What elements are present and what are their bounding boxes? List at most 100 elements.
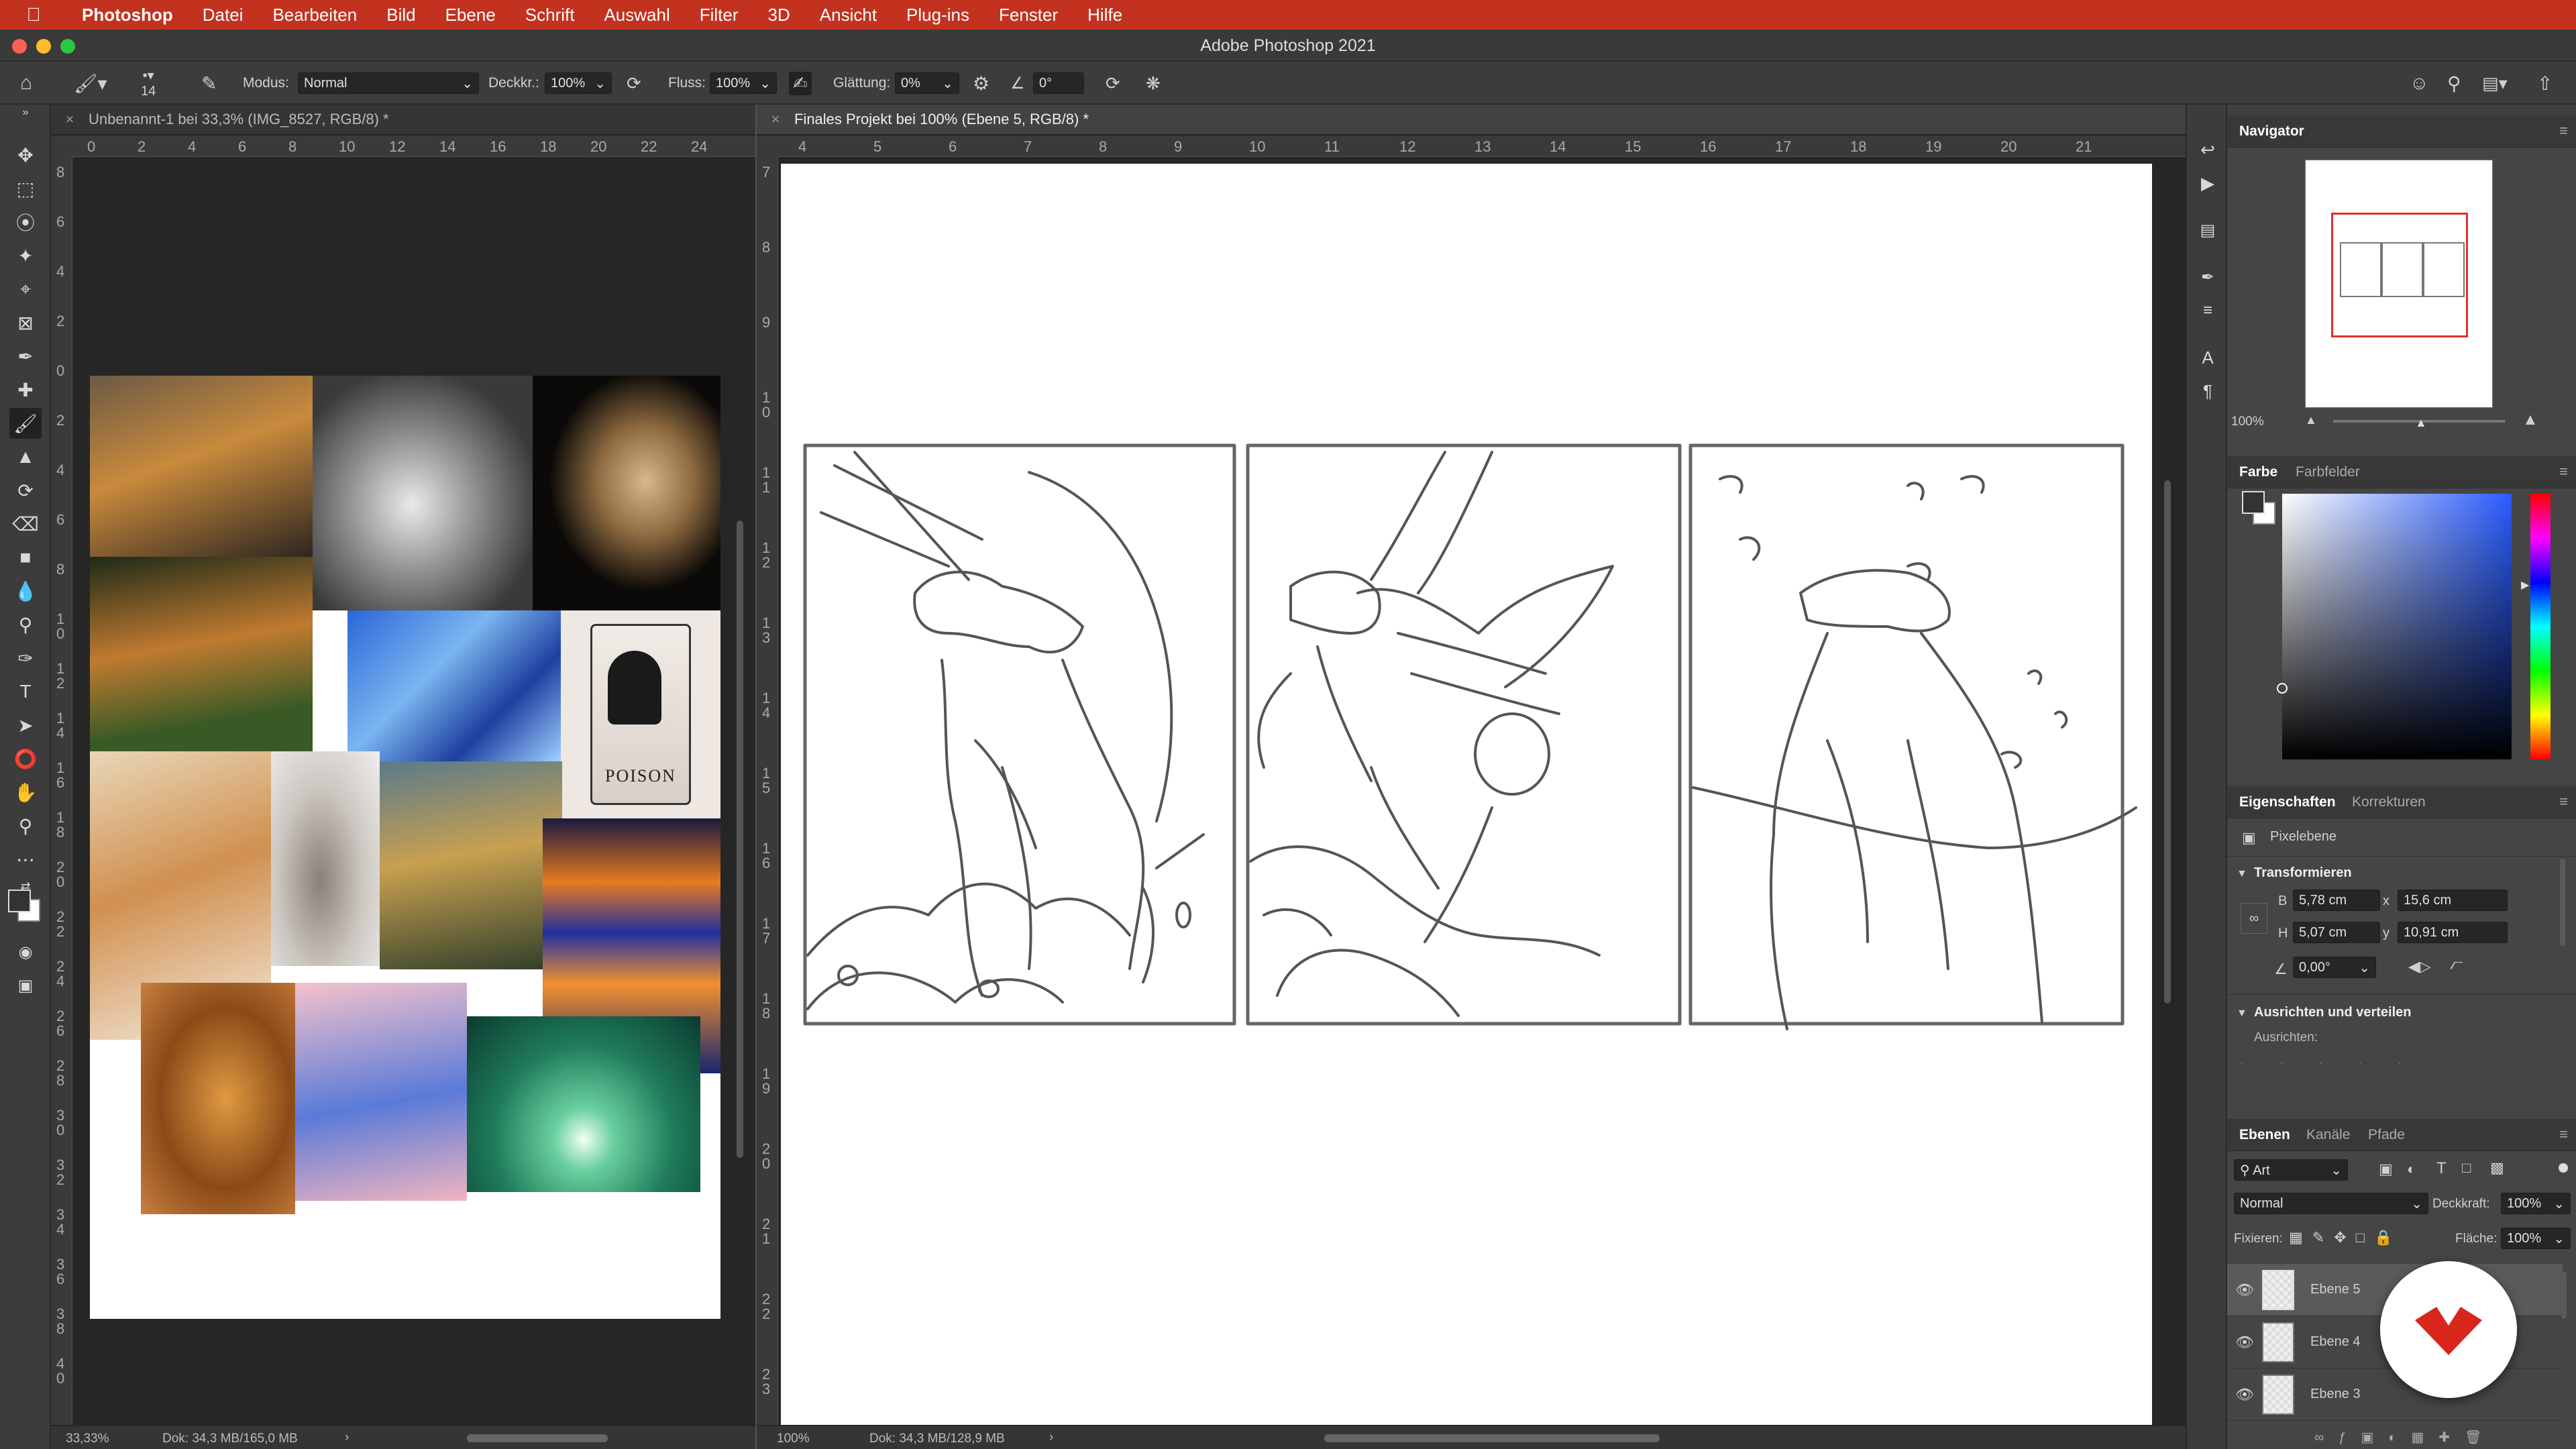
- navigator-view-frame[interactable]: [2331, 213, 2468, 337]
- chevron-down-icon[interactable]: ▼: [2237, 868, 2247, 880]
- deckkr-field[interactable]: 100% ⌄: [545, 72, 612, 94]
- menu-bild[interactable]: Bild: [372, 5, 430, 25]
- zoom-tool-icon[interactable]: ⚲: [9, 810, 42, 841]
- magic-wand-tool-icon[interactable]: ✦: [9, 240, 42, 271]
- horizontal-scrollbar[interactable]: [1324, 1434, 1660, 1442]
- blend-mode-select[interactable]: Normal ⌄: [2234, 1193, 2428, 1214]
- path-selection-tool-icon[interactable]: ➤: [9, 710, 42, 741]
- close-tab-icon[interactable]: ×: [51, 111, 89, 128]
- collapse-toolbar-icon[interactable]: »: [9, 106, 42, 119]
- menu-fenster[interactable]: Fenster: [984, 5, 1073, 25]
- lock-options-icons[interactable]: ▦✎✥□🔒: [2289, 1229, 2402, 1246]
- lasso-tool-icon[interactable]: ⦿: [9, 207, 42, 237]
- menu-hilfe[interactable]: Hilfe: [1073, 5, 1137, 25]
- align-section-header[interactable]: Ausrichten und verteilen: [2254, 1005, 2412, 1020]
- filter-smart-object-icon[interactable]: ▩: [2490, 1159, 2504, 1177]
- zoom-slider-handle[interactable]: ▲: [2415, 416, 2427, 430]
- workspace-icon[interactable]: ▤▾: [2482, 62, 2508, 105]
- angle-field[interactable]: 0,00° ⌄: [2293, 957, 2376, 978]
- menu-3d[interactable]: 3D: [753, 5, 805, 25]
- transform-section-header[interactable]: Transformieren: [2254, 865, 2352, 881]
- history-panel-icon[interactable]: ↩: [2192, 134, 2224, 165]
- hand-tool-icon[interactable]: ✋: [9, 777, 42, 808]
- tab-ebenen[interactable]: Ebenen: [2239, 1119, 2290, 1151]
- color-swatches[interactable]: [8, 890, 43, 924]
- tab-navigator[interactable]: Navigator: [2239, 115, 2304, 148]
- hue-slider[interactable]: [2530, 494, 2551, 759]
- menu-bearbeiten[interactable]: Bearbeiten: [258, 5, 372, 25]
- brush-settings-icon[interactable]: ✎: [201, 62, 217, 105]
- link-dimensions-icon[interactable]: ∞: [2241, 903, 2267, 934]
- menu-plugins[interactable]: Plug-ins: [892, 5, 984, 25]
- color-field[interactable]: [2282, 494, 2512, 759]
- panel-menu-icon[interactable]: ≡: [2559, 1126, 2568, 1143]
- apple-menu-icon[interactable]: : [0, 4, 67, 25]
- histogram-panel-icon[interactable]: ▤: [2192, 215, 2224, 246]
- quick-mask-icon[interactable]: ◉: [9, 936, 42, 967]
- eye-visibility-icon[interactable]: 👁: [2227, 1281, 2262, 1299]
- eye-visibility-icon[interactable]: 👁: [2227, 1334, 2262, 1351]
- chevron-right-icon[interactable]: ›: [345, 1430, 349, 1445]
- chevron-right-icon[interactable]: ›: [1049, 1430, 1053, 1445]
- zoom-in-mountain-icon[interactable]: ▲: [2522, 411, 2538, 429]
- menu-filter[interactable]: Filter: [685, 5, 753, 25]
- pen-tool-icon[interactable]: ✑: [9, 643, 42, 674]
- tab-kanaele[interactable]: Kanäle: [2306, 1119, 2350, 1151]
- eyedropper-tool-icon[interactable]: ✒: [9, 341, 42, 372]
- frame-tool-icon[interactable]: ⊠: [9, 307, 42, 338]
- align-buttons-row[interactable]: ·····: [2241, 1057, 2502, 1068]
- eraser-tool-icon[interactable]: ⌫: [9, 508, 42, 539]
- zoom-out-mountain-icon[interactable]: ▲: [2305, 413, 2317, 427]
- document-tab-moodboard[interactable]: × Unbenannt-1 bei 33,3% (IMG_8527, RGB/8…: [51, 105, 755, 136]
- zoom-level[interactable]: 33,33%: [66, 1432, 109, 1446]
- paragraph-panel-icon[interactable]: ¶: [2192, 376, 2224, 407]
- screen-mode-icon[interactable]: ▣: [9, 970, 42, 1001]
- filter-pixel-icon[interactable]: ▣: [2379, 1161, 2393, 1178]
- crop-tool-icon[interactable]: ⌖: [9, 274, 42, 305]
- tab-korrekturen[interactable]: Korrekturen: [2352, 786, 2426, 818]
- healing-brush-tool-icon[interactable]: ✚: [9, 374, 42, 405]
- zoom-level[interactable]: 100%: [777, 1432, 810, 1446]
- layer-name[interactable]: Ebene 3: [2310, 1387, 2361, 1402]
- type-tool-icon[interactable]: T: [9, 676, 42, 707]
- gradient-tool-icon[interactable]: ■: [9, 542, 42, 573]
- layers-scrollbar[interactable]: [2561, 1272, 2567, 1319]
- tab-pfade[interactable]: Pfade: [2368, 1119, 2405, 1151]
- document-tab-final-project[interactable]: × Finales Projekt bei 100% (Ebene 5, RGB…: [757, 105, 2186, 136]
- clone-stamp-tool-icon[interactable]: ▲: [9, 441, 42, 472]
- panel-menu-icon[interactable]: ≡: [2559, 122, 2568, 140]
- horizontal-scrollbar[interactable]: [467, 1434, 608, 1442]
- brush-tool-icon[interactable]: 🖌: [9, 408, 42, 439]
- hue-slider-handle[interactable]: ▶: [2521, 578, 2529, 592]
- airbrush-icon[interactable]: ✍: [789, 71, 812, 95]
- height-field[interactable]: 5,07 cm: [2293, 922, 2380, 943]
- foreground-color-swatch[interactable]: [8, 890, 31, 912]
- layer-name[interactable]: Ebene 5: [2310, 1282, 2361, 1297]
- properties-scrollbar[interactable]: [2560, 859, 2565, 946]
- menu-ansicht[interactable]: Ansicht: [805, 5, 892, 25]
- actions-play-icon[interactable]: ▶: [2192, 168, 2224, 199]
- color-picker-cursor[interactable]: [2277, 683, 2288, 694]
- search-icon[interactable]: ⚲: [2447, 62, 2461, 105]
- panel-menu-icon[interactable]: ≡: [2559, 793, 2568, 810]
- tab-eigenschaften[interactable]: Eigenschaften: [2239, 786, 2336, 818]
- shape-tool-icon[interactable]: ⭕: [9, 743, 42, 774]
- sketch-canvas[interactable]: [781, 164, 2152, 1425]
- vertical-scrollbar[interactable]: [737, 521, 743, 1158]
- glaettung-field[interactable]: 0% ⌄: [895, 72, 959, 94]
- y-field[interactable]: 10,91 cm: [2398, 922, 2508, 943]
- symmetry-butterfly-icon[interactable]: ❋: [1146, 62, 1161, 105]
- brush-preset-icon[interactable]: 🖌▾: [74, 62, 107, 105]
- tab-farbe[interactable]: Farbe: [2239, 456, 2277, 488]
- opacity-field[interactable]: 100% ⌄: [2501, 1193, 2571, 1214]
- brush-size-picker[interactable]: •▾ 14: [141, 62, 156, 105]
- share-icon[interactable]: ⇧: [2537, 62, 2553, 105]
- fluss-field[interactable]: 100% ⌄: [710, 72, 777, 94]
- moodboard-canvas[interactable]: POISON: [90, 376, 720, 1319]
- layer-name[interactable]: Ebene 4: [2310, 1334, 2361, 1350]
- adjustments-panel-icon[interactable]: ≡: [2192, 295, 2224, 326]
- smoothing-settings-gear-icon[interactable]: ⚙: [973, 62, 989, 105]
- foreground-color-chip[interactable]: [2242, 491, 2265, 514]
- panel-menu-icon[interactable]: ≡: [2559, 463, 2568, 480]
- fill-field[interactable]: 100% ⌄: [2501, 1228, 2571, 1249]
